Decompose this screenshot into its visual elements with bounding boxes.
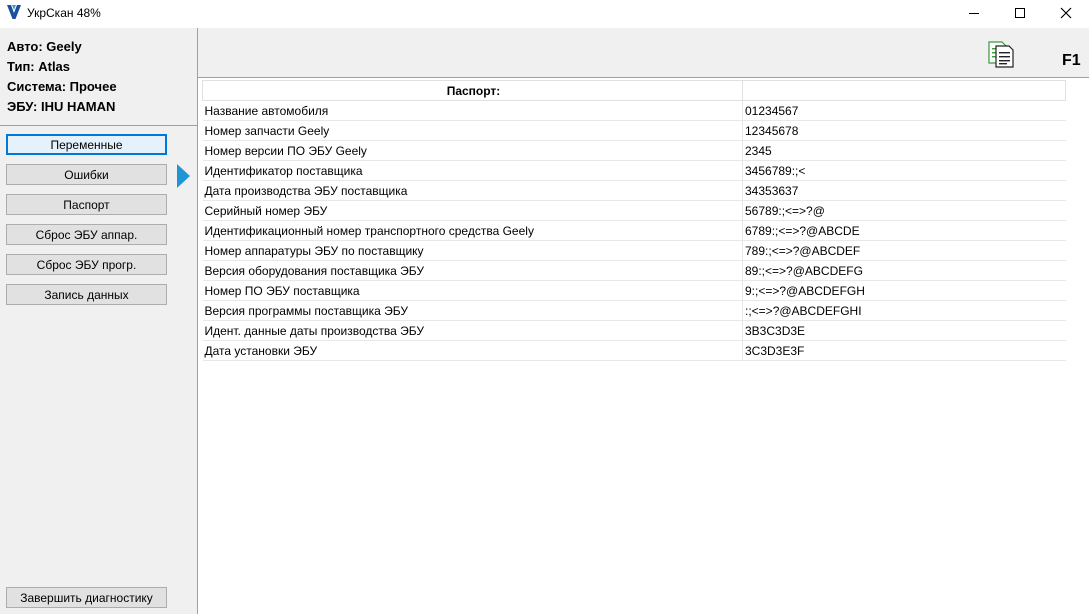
table-row[interactable]: Версия оборудования поставщика ЭБУ 89:;<=…: [202, 260, 1066, 281]
parameter-value-cell: 01234567: [742, 100, 1066, 121]
parameter-name-cell: Версия оборудования поставщика ЭБУ: [202, 260, 743, 281]
passport-button[interactable]: Паспорт: [6, 194, 167, 215]
table-row[interactable]: Номер запчасти Geely 12345678: [202, 120, 1066, 141]
table-header-row: Паспорт:: [202, 80, 1066, 101]
minimize-button[interactable]: [951, 0, 997, 26]
errors-button[interactable]: Ошибки: [6, 164, 167, 185]
parameter-value-cell: 3B3C3D3E: [742, 320, 1066, 341]
parameter-name-cell: Идентификационный номер транспортного ср…: [202, 220, 743, 241]
table-row[interactable]: Номер версии ПО ЭБУ Geely 2345: [202, 140, 1066, 161]
passport-table-area: Паспорт: Название автомобиля 01234567 Номе…: [198, 78, 1089, 614]
maximize-button[interactable]: [997, 0, 1043, 26]
variables-button[interactable]: Переменные: [6, 134, 167, 155]
window-title: УкрСкан 48%: [27, 6, 101, 20]
toolbar: F1: [198, 28, 1089, 78]
parameter-value-cell: 3C3D3E3F: [742, 340, 1066, 361]
parameter-value-cell: 34353637: [742, 180, 1066, 201]
parameter-name-cell: Дата производства ЭБУ поставщика: [202, 180, 743, 201]
table-row[interactable]: Идентификатор поставщика 3456789:;<: [202, 160, 1066, 181]
table-row[interactable]: Дата производства ЭБУ поставщика 34353637: [202, 180, 1066, 201]
parameter-name-cell: Номер ПО ЭБУ поставщика: [202, 280, 743, 301]
close-icon: [1060, 7, 1072, 19]
parameter-name-cell: Номер версии ПО ЭБУ Geely: [202, 140, 743, 161]
table-row[interactable]: Номер ПО ЭБУ поставщика 9:;<=>?@ABCDEFGH: [202, 280, 1066, 301]
ecu-hardware-reset-button[interactable]: Сброс ЭБУ аппар.: [6, 224, 167, 245]
finish-diagnostics-button[interactable]: Завершить диагностику: [6, 587, 167, 608]
close-button[interactable]: [1043, 0, 1089, 26]
parameter-value-cell: 2345: [742, 140, 1066, 161]
passport-table: Паспорт: Название автомобиля 01234567 Номе…: [202, 80, 1066, 361]
parameter-value-cell: 12345678: [742, 120, 1066, 141]
parameter-value-cell: 56789:;<=>?@: [742, 200, 1066, 221]
parameter-value-cell: 3456789:;<: [742, 160, 1066, 181]
table-row[interactable]: Дата установки ЭБУ 3C3D3E3F: [202, 340, 1066, 361]
parameter-value-cell: 89:;<=>?@ABCDEFG: [742, 260, 1066, 281]
active-section-arrow-icon: [177, 164, 190, 188]
column-header-name: Паспорт:: [202, 80, 743, 101]
parameter-name-cell: Номер запчасти Geely: [202, 120, 743, 141]
vehicle-type: Тип: Atlas: [7, 59, 71, 74]
document-list-icon[interactable]: [986, 39, 1016, 69]
parameter-name-cell: Серийный номер ЭБУ: [202, 200, 743, 221]
parameter-name-cell: Идент. данные даты производства ЭБУ: [202, 320, 743, 341]
parameter-name-cell: Дата установки ЭБУ: [202, 340, 743, 361]
help-key-label[interactable]: F1: [1062, 52, 1081, 70]
table-row[interactable]: Версия программы поставщика ЭБУ:;<=>?@AB…: [202, 300, 1066, 321]
data-recording-button[interactable]: Запись данных: [6, 284, 167, 305]
table-row[interactable]: Название автомобиля 01234567: [202, 100, 1066, 121]
vehicle-system: Система: Прочее: [7, 79, 117, 94]
table-row[interactable]: Серийный номер ЭБУ 56789:;<=>?@: [202, 200, 1066, 221]
parameter-value-cell: 9:;<=>?@ABCDEFGH: [742, 280, 1066, 301]
parameter-value-cell: :;<=>?@ABCDEFGHI: [742, 300, 1066, 321]
minimize-icon: [969, 13, 979, 14]
parameter-name-cell: Идентификатор поставщика: [202, 160, 743, 181]
parameter-value-cell: 789:;<=>?@ABCDEF: [742, 240, 1066, 261]
parameter-name-cell: Версия программы поставщика ЭБУ: [202, 300, 743, 321]
parameter-name-cell: Название автомобиля: [202, 100, 743, 121]
ecu-software-reset-button[interactable]: Сброс ЭБУ прогр.: [6, 254, 167, 275]
column-header-value: [742, 80, 1066, 101]
vehicle-ecu: ЭБУ: IHU HAMAN: [7, 99, 116, 114]
parameter-name-cell: Номер аппаратуры ЭБУ по поставщику: [202, 240, 743, 261]
table-row[interactable]: Идент. данные даты производства ЭБУ 3B3C3…: [202, 320, 1066, 341]
info-divider: [0, 125, 197, 126]
title-bar: УкрСкан 48%: [0, 0, 1089, 26]
ukrscan-v-logo: [7, 5, 21, 19]
parameter-value-cell: 6789:;<=>?@ABCDE: [742, 220, 1066, 241]
table-row[interactable]: Номер аппаратуры ЭБУ по поставщику 789:;<…: [202, 240, 1066, 261]
vehicle-auto: Авто: Geely: [7, 39, 82, 54]
table-row[interactable]: Идентификационный номер транспортного ср…: [202, 220, 1066, 241]
left-panel: Авто: Geely Тип: Atlas Система: Прочее Э…: [0, 28, 198, 614]
maximize-icon: [1015, 8, 1025, 18]
